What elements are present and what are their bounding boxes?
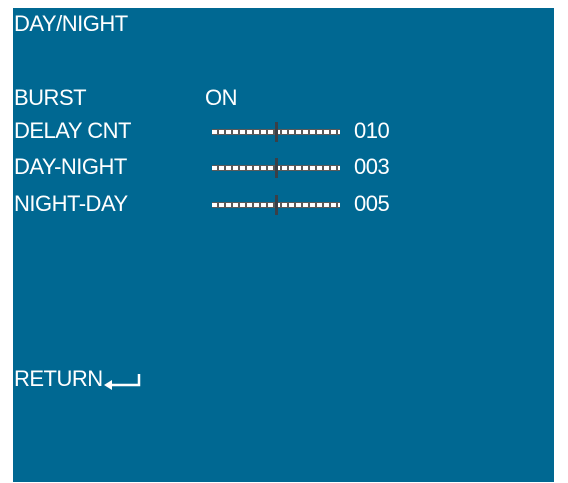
burst-row[interactable]: BURST	[14, 85, 87, 111]
night-day-row[interactable]: NIGHT-DAY	[14, 191, 128, 217]
day-night-label: DAY-NIGHT	[14, 154, 127, 179]
burst-value[interactable]: ON	[205, 85, 238, 111]
day-night-row[interactable]: DAY-NIGHT	[14, 154, 127, 180]
return-label: RETURN	[14, 366, 103, 391]
burst-label: BURST	[14, 85, 87, 110]
delay-cnt-row[interactable]: DELAY CNT	[14, 118, 131, 144]
night-day-slider[interactable]	[212, 191, 340, 217]
slider-knob[interactable]	[275, 122, 278, 142]
delay-cnt-value: 010	[354, 118, 390, 143]
menu-title: DAY/NIGHT	[14, 11, 128, 36]
slider-knob[interactable]	[275, 195, 278, 215]
day-night-slider[interactable]	[212, 154, 340, 180]
return-item[interactable]: RETURN	[14, 366, 143, 392]
night-day-value: 005	[354, 191, 390, 216]
enter-arrow-icon	[103, 366, 143, 392]
slider-knob[interactable]	[275, 158, 278, 178]
osd-screen: DAY/NIGHT BURST ON DELAY CNT 010 DAY-NIG…	[13, 8, 554, 482]
delay-cnt-slider[interactable]	[212, 118, 340, 144]
night-day-label: NIGHT-DAY	[14, 191, 128, 216]
day-night-value: 003	[354, 154, 390, 179]
delay-cnt-label: DELAY CNT	[14, 118, 131, 143]
